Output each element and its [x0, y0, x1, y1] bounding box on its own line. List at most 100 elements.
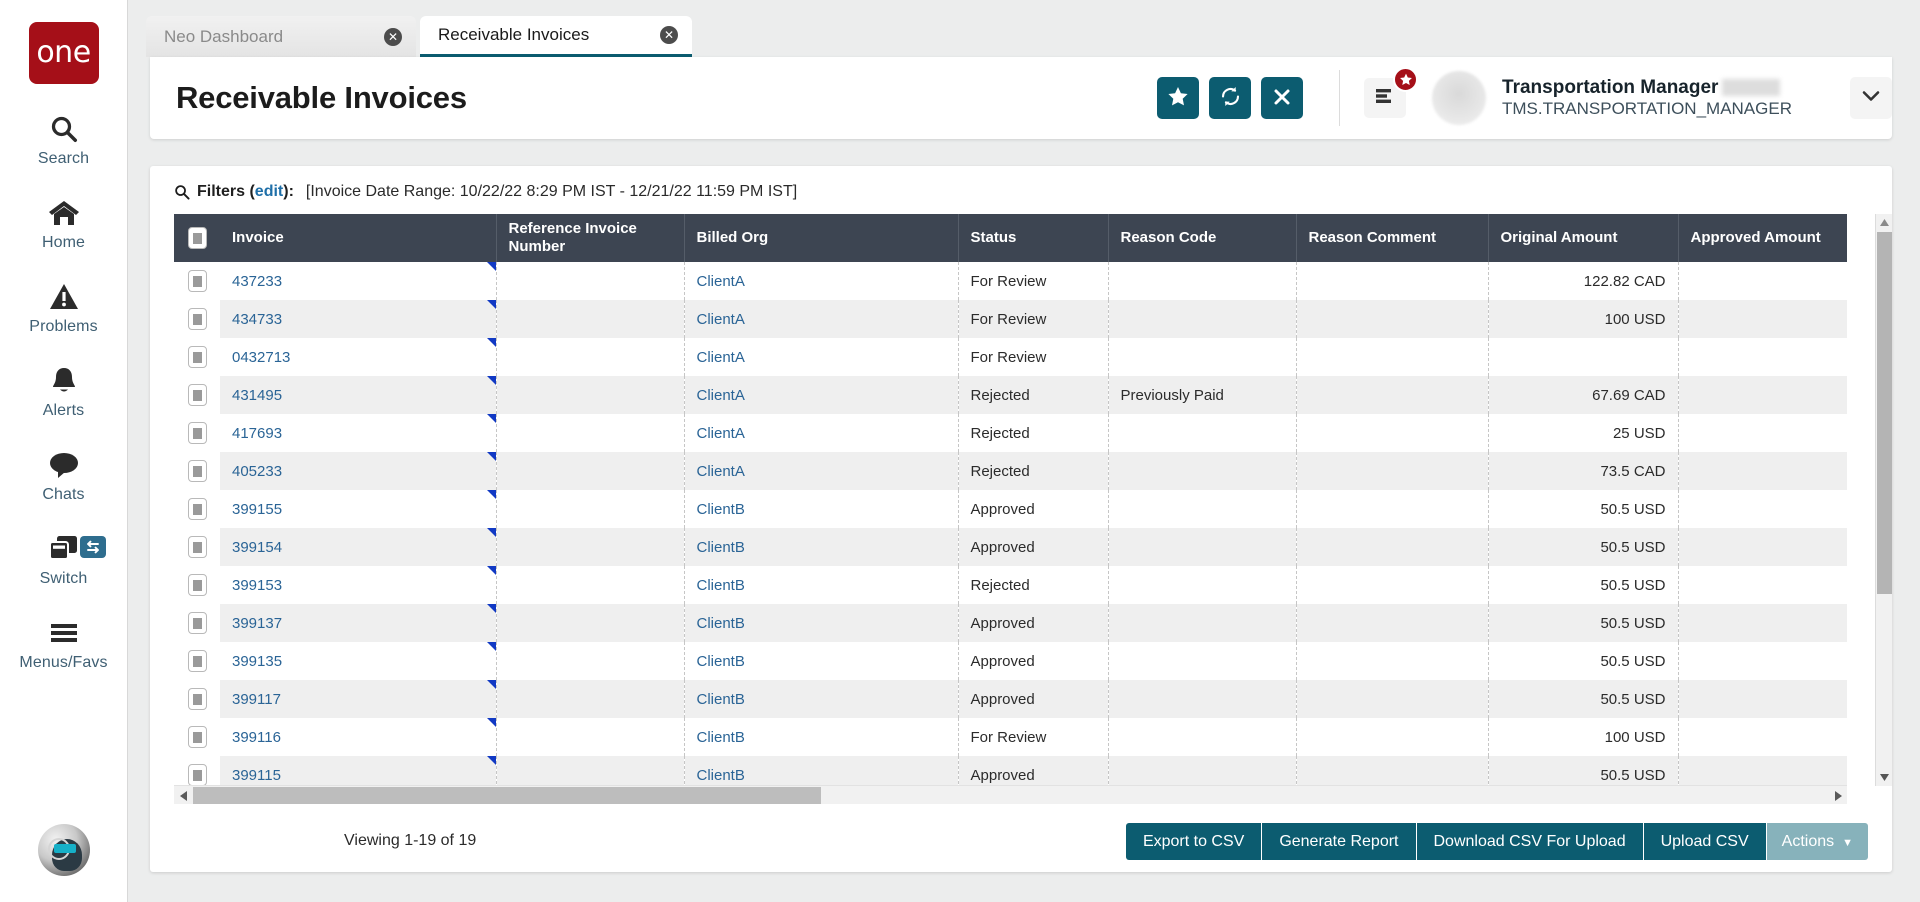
app-logo[interactable]: one: [29, 22, 99, 84]
scroll-right-icon[interactable]: [1829, 786, 1847, 805]
invoice-link[interactable]: 399154: [232, 539, 282, 556]
table-row[interactable]: 399117ClientBApproved50.5 USD50.5 USD: [174, 680, 1847, 718]
assistant-orb-icon[interactable]: [38, 824, 90, 876]
row-select-cell[interactable]: [174, 680, 220, 718]
invoice-link[interactable]: 399135: [232, 653, 282, 670]
cell-billed-org[interactable]: ClientB: [684, 642, 958, 680]
row-select-cell[interactable]: [174, 718, 220, 756]
column-header-approved-amount[interactable]: Approved Amount: [1678, 214, 1847, 262]
actions-dropdown-button[interactable]: Actions▼: [1767, 823, 1868, 860]
billed-org-link[interactable]: ClientB: [697, 577, 745, 594]
upload-csv-button[interactable]: Upload CSV: [1644, 823, 1767, 860]
sidebar-item-problems[interactable]: Problems: [0, 280, 128, 336]
switch-toggle-badge-icon[interactable]: [80, 536, 106, 558]
table-row[interactable]: 399135ClientBApproved50.5 USD50.5 USD: [174, 642, 1847, 680]
billed-org-link[interactable]: ClientB: [697, 539, 745, 556]
cell-invoice[interactable]: 434733: [220, 300, 496, 338]
close-icon[interactable]: ✕: [660, 26, 678, 44]
column-header-invoice[interactable]: Invoice: [220, 214, 496, 262]
billed-org-link[interactable]: ClientA: [697, 387, 745, 404]
billed-org-link[interactable]: ClientA: [697, 349, 745, 366]
invoice-link[interactable]: 399116: [232, 729, 281, 746]
billed-org-link[interactable]: ClientA: [697, 273, 745, 290]
billed-org-link[interactable]: ClientA: [697, 425, 745, 442]
tab-receivable-invoices[interactable]: Receivable Invoices ✕: [420, 16, 692, 57]
cell-billed-org[interactable]: ClientB: [684, 718, 958, 756]
billed-org-link[interactable]: ClientA: [697, 463, 745, 480]
cell-billed-org[interactable]: ClientA: [684, 376, 958, 414]
sidebar-item-menus-favs[interactable]: Menus/Favs: [0, 616, 128, 672]
select-all-header[interactable]: [174, 214, 220, 262]
cell-invoice[interactable]: 399155: [220, 490, 496, 528]
row-checkbox[interactable]: [188, 574, 207, 596]
scroll-up-icon[interactable]: [1876, 214, 1893, 231]
table-row[interactable]: 0432713ClientAFor Review: [174, 338, 1847, 376]
cell-invoice[interactable]: 399137: [220, 604, 496, 642]
refresh-button[interactable]: [1209, 77, 1251, 119]
invoice-link[interactable]: 399137: [232, 615, 282, 632]
row-select-cell[interactable]: [174, 300, 220, 338]
row-checkbox[interactable]: [188, 764, 207, 786]
generate-report-button[interactable]: Generate Report: [1262, 823, 1416, 860]
row-checkbox[interactable]: [188, 422, 207, 444]
row-select-cell[interactable]: [174, 604, 220, 642]
cell-invoice[interactable]: 405233: [220, 452, 496, 490]
invoice-link[interactable]: 0432713: [232, 349, 290, 366]
sidebar-item-search[interactable]: Search: [0, 112, 128, 168]
filters-edit-link[interactable]: edit: [255, 183, 283, 201]
row-checkbox[interactable]: [188, 726, 207, 748]
horizontal-scrollbar[interactable]: [174, 785, 1847, 804]
horizontal-scroll-thumb[interactable]: [193, 787, 821, 804]
sidebar-item-home[interactable]: Home: [0, 196, 128, 252]
cell-invoice[interactable]: 431495: [220, 376, 496, 414]
row-select-cell[interactable]: [174, 566, 220, 604]
cell-billed-org[interactable]: ClientB: [684, 680, 958, 718]
row-select-cell[interactable]: [174, 262, 220, 300]
invoice-link[interactable]: 399115: [232, 767, 281, 784]
row-checkbox[interactable]: [188, 384, 207, 406]
cell-invoice[interactable]: 399117: [220, 680, 496, 718]
cell-invoice[interactable]: 399153: [220, 566, 496, 604]
cell-invoice[interactable]: 0432713: [220, 338, 496, 376]
invoice-link[interactable]: 431495: [232, 387, 282, 404]
cell-invoice[interactable]: 399135: [220, 642, 496, 680]
row-checkbox[interactable]: [188, 536, 207, 558]
sidebar-item-chats[interactable]: Chats: [0, 448, 128, 504]
column-header-status[interactable]: Status: [958, 214, 1108, 262]
row-select-cell[interactable]: [174, 528, 220, 566]
cell-billed-org[interactable]: ClientA: [684, 452, 958, 490]
invoice-link[interactable]: 399155: [232, 501, 282, 518]
sidebar-item-alerts[interactable]: Alerts: [0, 364, 128, 420]
invoice-link[interactable]: 434733: [232, 311, 282, 328]
cell-invoice[interactable]: 417693: [220, 414, 496, 452]
billed-org-link[interactable]: ClientB: [697, 653, 745, 670]
tab-neo-dashboard[interactable]: Neo Dashboard ✕: [146, 16, 416, 57]
table-row[interactable]: 434733ClientAFor Review100 USD: [174, 300, 1847, 338]
table-row[interactable]: 431495ClientARejectedPreviously Paid67.6…: [174, 376, 1847, 414]
select-all-checkbox[interactable]: [188, 227, 207, 249]
billed-org-link[interactable]: ClientB: [697, 767, 745, 784]
row-checkbox[interactable]: [188, 498, 207, 520]
table-row[interactable]: 399154ClientBApproved50.5 USD10 USD: [174, 528, 1847, 566]
table-row[interactable]: 399116ClientBFor Review100 USD: [174, 718, 1847, 756]
invoice-link[interactable]: 399153: [232, 577, 282, 594]
cell-billed-org[interactable]: ClientB: [684, 604, 958, 642]
row-checkbox[interactable]: [188, 270, 207, 292]
row-select-cell[interactable]: [174, 756, 220, 786]
close-button[interactable]: [1261, 77, 1303, 119]
billed-org-link[interactable]: ClientA: [697, 311, 745, 328]
vertical-scrollbar[interactable]: [1875, 214, 1892, 786]
cell-invoice[interactable]: 437233: [220, 262, 496, 300]
cell-billed-org[interactable]: ClientB: [684, 756, 958, 786]
billed-org-link[interactable]: ClientB: [697, 691, 745, 708]
sidebar-item-switch[interactable]: Switch: [0, 532, 128, 588]
avatar[interactable]: [1432, 71, 1486, 125]
row-checkbox[interactable]: [188, 612, 207, 634]
row-checkbox[interactable]: [188, 460, 207, 482]
row-checkbox[interactable]: [188, 650, 207, 672]
cell-invoice[interactable]: 399115: [220, 756, 496, 786]
invoice-link[interactable]: 405233: [232, 463, 282, 480]
invoice-link[interactable]: 437233: [232, 273, 282, 290]
billed-org-link[interactable]: ClientB: [697, 501, 745, 518]
user-menu-button[interactable]: [1850, 77, 1892, 119]
